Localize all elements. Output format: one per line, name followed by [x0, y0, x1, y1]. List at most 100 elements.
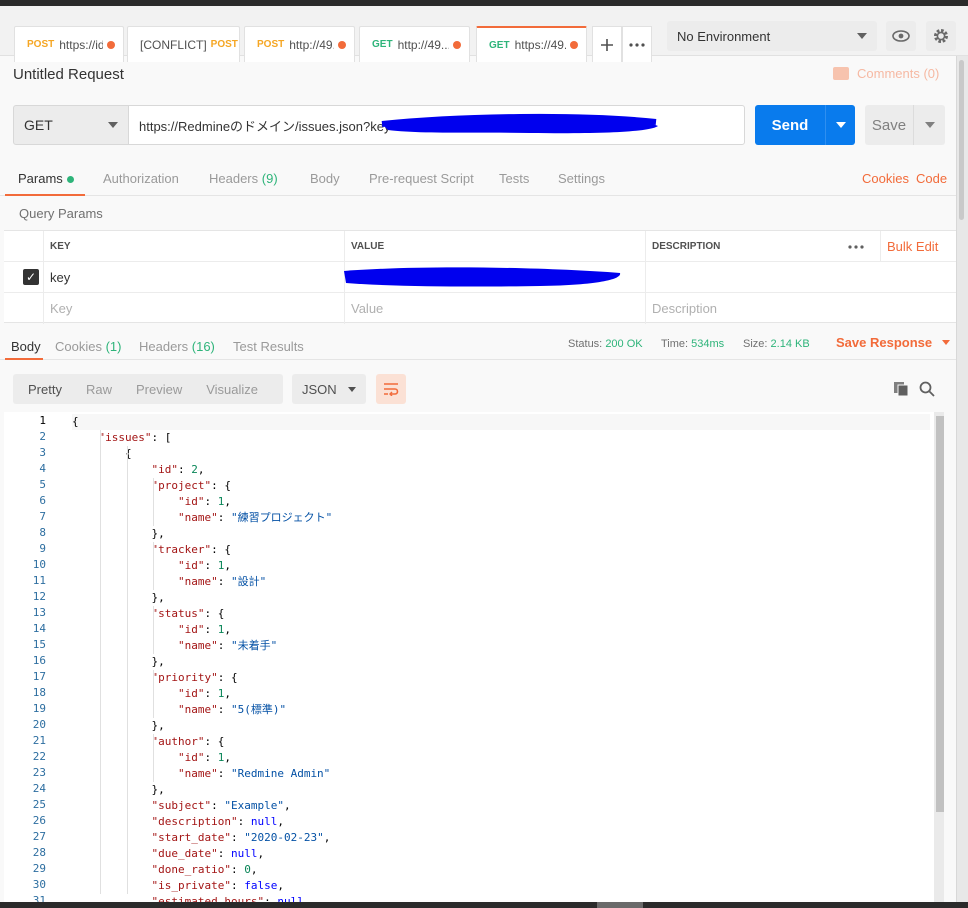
save-label: Save	[871, 116, 907, 134]
line-number: 18	[32, 686, 46, 699]
chevron-down-icon	[835, 122, 846, 128]
tab-response-headers[interactable]: Headers (16)	[139, 339, 215, 354]
request-title[interactable]: Untitled Request	[13, 66, 124, 83]
line-number: 4	[39, 462, 46, 475]
tab-tests[interactable]: Tests	[499, 171, 529, 186]
tab-test-results[interactable]: Test Results	[233, 339, 304, 354]
send-options-button[interactable]	[826, 122, 855, 128]
unsaved-dot-icon	[570, 41, 578, 49]
tab-params[interactable]: Params	[18, 171, 74, 186]
comments-button[interactable]: Comments (0)	[833, 66, 939, 81]
column-header-key: KEY	[43, 231, 345, 262]
tab-headers[interactable]: Headers (9)	[209, 171, 278, 186]
code-line: "subject": "Example",	[151, 799, 291, 812]
environment-select[interactable]: No Environment	[667, 21, 877, 51]
line-number: 31	[32, 894, 46, 902]
line-number: 15	[32, 638, 46, 651]
tab-response-body[interactable]: Body	[11, 339, 41, 354]
code-link[interactable]: Code	[916, 171, 947, 186]
save-options-button[interactable]	[914, 122, 945, 128]
line-number: 20	[32, 718, 46, 731]
tab-options-button[interactable]	[622, 26, 652, 62]
format-select[interactable]: JSON	[292, 374, 366, 404]
line-number: 27	[32, 830, 46, 843]
gear-icon	[934, 29, 948, 43]
request-tab-active[interactable]: GET https://49....	[476, 26, 587, 62]
code-line: "project": {	[151, 479, 231, 492]
code-line: "start_date": "2020-02-23",	[151, 831, 331, 844]
table-options-button[interactable]	[842, 231, 882, 262]
line-number: 12	[32, 590, 46, 603]
tab-response-cookies[interactable]: Cookies (1)	[55, 339, 121, 354]
tab-settings[interactable]: Settings	[558, 171, 605, 186]
view-visualize-button[interactable]: Visualize	[194, 374, 270, 404]
window-bottom-strip	[0, 902, 968, 908]
new-key-input[interactable]: Key	[43, 293, 345, 324]
editor-scrollbar-thumb[interactable]	[936, 416, 944, 812]
response-body-editor[interactable]: 1 2 3 4 5 6 7 8 9 10 11 12 13 14 15 16 17 18 19 20 21 22 23 24 2…	[4, 412, 944, 902]
page-scrollbar-thumb[interactable]	[959, 60, 964, 220]
chevron-down-icon	[857, 33, 867, 39]
copy-icon	[894, 382, 909, 397]
code-line: "name": "練習プロジェクト"	[177, 511, 333, 524]
copy-button[interactable]	[891, 379, 911, 399]
line-number-gutter: 1 2 3 4 5 6 7 8 9 10 11 12 13 14 15 16 17 18 19 20 21 22 23 24 2…	[4, 412, 70, 902]
save-response-button[interactable]: Save Response	[836, 335, 951, 350]
horizontal-scrollbar-thumb[interactable]	[597, 902, 643, 908]
search-button[interactable]	[917, 379, 937, 399]
line-number: 25	[32, 798, 46, 811]
environment-quick-look-button[interactable]	[886, 21, 916, 51]
wrap-lines-button[interactable]	[376, 374, 406, 404]
tab-url: https://id...	[59, 37, 103, 52]
new-tab-button[interactable]	[592, 26, 622, 62]
indent-guide	[126, 446, 128, 894]
request-tab-bar: POST https://id... [CONFLICT] POST POST …	[0, 6, 968, 62]
param-enabled-checkbox[interactable]: ✓	[23, 269, 39, 285]
send-button[interactable]: Send	[755, 105, 855, 145]
line-number: 3	[39, 446, 46, 459]
request-tab[interactable]: [CONFLICT] POST	[127, 26, 240, 62]
manage-environments-button[interactable]	[926, 21, 956, 51]
code-area[interactable]: { "issues": [ { "id": 2, "project": { "i…	[72, 412, 930, 902]
line-number: 19	[32, 702, 46, 715]
tab-body[interactable]: Body	[310, 171, 340, 186]
param-key-input[interactable]: key	[43, 262, 345, 293]
search-icon	[919, 381, 935, 397]
column-header-value: VALUE	[344, 231, 646, 262]
param-description-input[interactable]	[645, 262, 956, 293]
eye-icon	[892, 30, 910, 42]
line-number: 2	[39, 430, 46, 443]
line-number: 22	[32, 750, 46, 763]
code-line: "name": "Redmine Admin"	[177, 767, 331, 780]
view-pretty-button[interactable]: Pretty	[13, 374, 74, 404]
line-number: 10	[32, 558, 46, 571]
cookies-link[interactable]: Cookies	[862, 171, 909, 186]
code-line: "tracker": {	[151, 543, 231, 556]
view-raw-button[interactable]: Raw	[74, 374, 124, 404]
code-line: "name": "5(標準)"	[177, 703, 287, 716]
chevron-down-icon	[348, 386, 356, 392]
unsaved-dot-icon	[453, 40, 461, 49]
bulk-edit-link[interactable]: Bulk Edit	[880, 231, 956, 262]
tab-pre-request-script[interactable]: Pre-request Script	[369, 171, 474, 186]
redaction-scribble	[381, 113, 658, 134]
request-tab[interactable]: POST http://49....	[244, 26, 355, 62]
view-preview-button[interactable]: Preview	[124, 374, 194, 404]
code-line: },	[72, 719, 165, 732]
code-line: {	[72, 414, 930, 430]
save-button[interactable]: Save	[865, 105, 945, 145]
response-section-tabs: Body Cookies (1) Headers (16) Test Resul…	[0, 330, 956, 360]
request-tab[interactable]: GET http://49....	[359, 26, 470, 62]
indent-guide	[153, 734, 155, 782]
new-description-input[interactable]: Description	[645, 293, 956, 324]
code-line: {	[72, 447, 132, 460]
tab-method: POST	[257, 39, 285, 50]
request-section-tabs: Params Authorization Headers (9) Body Pr…	[0, 160, 956, 196]
line-number: 6	[39, 494, 46, 507]
method-select[interactable]: GET	[13, 105, 129, 145]
code-line: "id": 1,	[177, 751, 231, 764]
tab-authorization[interactable]: Authorization	[103, 171, 179, 186]
request-tab[interactable]: POST https://id...	[14, 26, 124, 62]
new-value-input[interactable]: Value	[344, 293, 646, 324]
method-label: GET	[24, 117, 53, 133]
